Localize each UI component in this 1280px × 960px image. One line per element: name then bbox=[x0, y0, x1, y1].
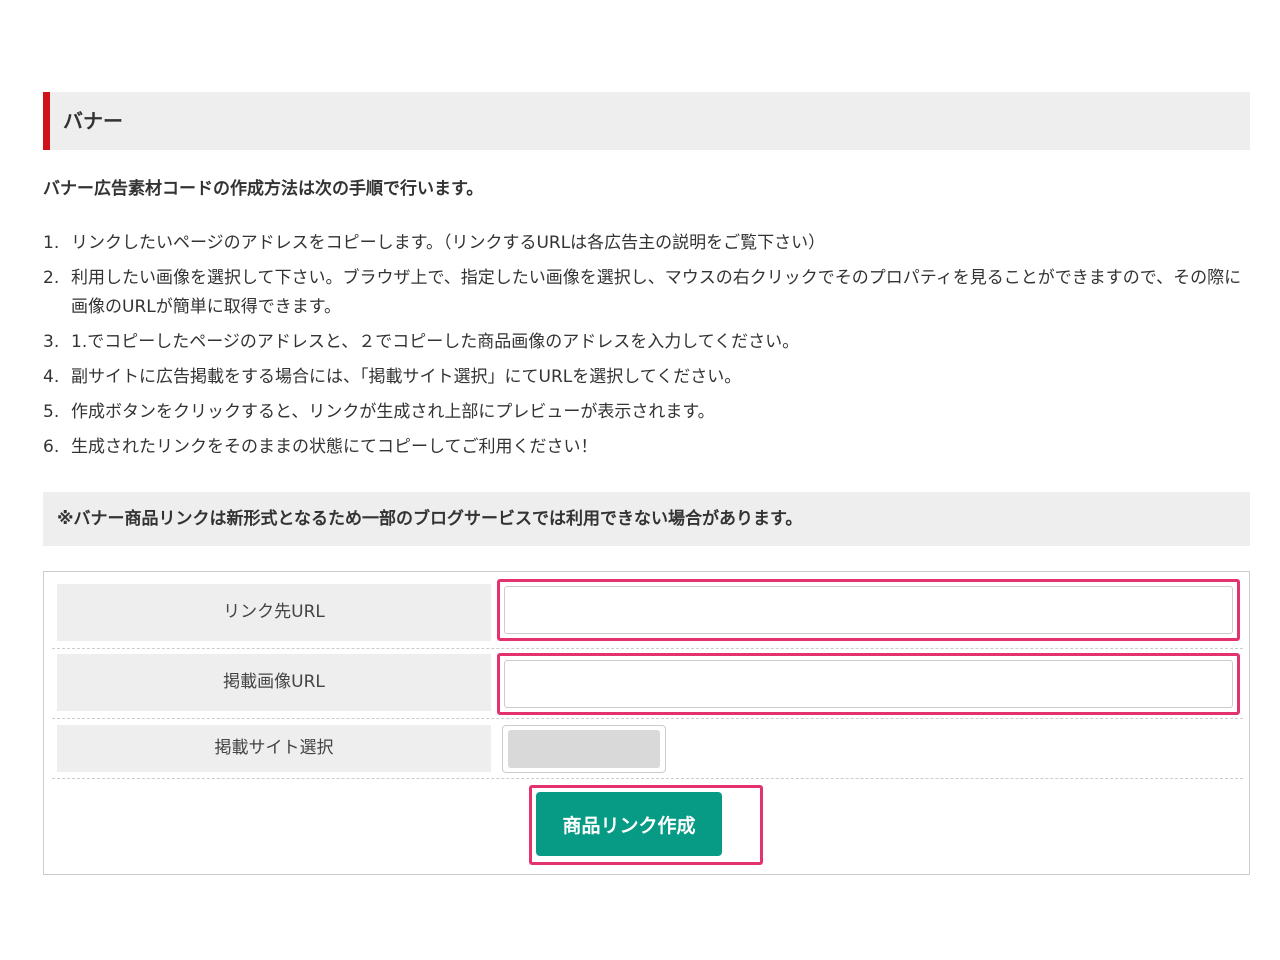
step-item: 1. リンクしたいページのアドレスをコピーします。（リンクするURLは各広告主の… bbox=[43, 229, 1243, 258]
site-select-value[interactable] bbox=[508, 730, 660, 768]
image-url-input[interactable] bbox=[504, 660, 1233, 708]
step-number: 4. bbox=[43, 367, 60, 387]
step-number: 5. bbox=[43, 402, 60, 422]
step-number: 3. bbox=[43, 332, 60, 352]
section-title: バナー bbox=[63, 109, 123, 133]
step-item: 2. 利用したい画像を選択して下さい。ブラウザ上で、指定したい画像を選択し、マウ… bbox=[43, 264, 1243, 322]
site-select-label: 掲載サイト選択 bbox=[57, 725, 491, 772]
step-item: 4. 副サイトに広告掲載をする場合には、「掲載サイト選択」にてURLを選択してく… bbox=[43, 363, 1243, 392]
step-item: 5. 作成ボタンをクリックすると、リンクが生成され上部にプレビューが表示されます… bbox=[43, 398, 1243, 427]
image-url-highlight bbox=[497, 653, 1240, 715]
link-form: リンク先URL 掲載画像URL 掲載サイト選択 商品リンク作成 bbox=[43, 571, 1250, 875]
step-text: 1.でコピーしたページのアドレスと、２でコピーした商品画像のアドレスを入力してく… bbox=[71, 332, 800, 352]
row-divider bbox=[52, 718, 1243, 719]
step-text: 利用したい画像を選択して下さい。ブラウザ上で、指定したい画像を選択し、マウスの右… bbox=[71, 268, 1242, 317]
create-link-button[interactable]: 商品リンク作成 bbox=[536, 792, 722, 856]
step-text: リンクしたいページのアドレスをコピーします。（リンクするURLは各広告主の説明を… bbox=[71, 233, 826, 253]
step-number: 1. bbox=[43, 233, 60, 253]
link-url-label: リンク先URL bbox=[57, 584, 491, 641]
intro-text: バナー広告素材コードの作成方法は次の手順で行います。 bbox=[43, 179, 484, 199]
row-divider bbox=[52, 648, 1243, 649]
page: バナー バナー広告素材コードの作成方法は次の手順で行います。 1. リンクしたい… bbox=[0, 0, 1280, 960]
step-item: 6. 生成されたリンクをそのままの状態にてコピーしてご利用ください！ bbox=[43, 433, 1243, 462]
step-number: 2. bbox=[43, 268, 60, 288]
section-accent-bar bbox=[43, 92, 50, 150]
step-item: 3. 1.でコピーしたページのアドレスと、２でコピーした商品画像のアドレスを入力… bbox=[43, 328, 1243, 357]
step-text: 作成ボタンをクリックすると、リンクが生成され上部にプレビューが表示されます。 bbox=[71, 402, 715, 422]
step-text: 副サイトに広告掲載をする場合には、「掲載サイト選択」にてURLを選択してください… bbox=[71, 367, 742, 387]
link-url-input[interactable] bbox=[504, 586, 1233, 634]
notice-text: ※バナー商品リンクは新形式となるため一部のブログサービスでは利用できない場合があ… bbox=[57, 509, 803, 529]
notice-box: ※バナー商品リンクは新形式となるため一部のブログサービスでは利用できない場合があ… bbox=[43, 492, 1250, 546]
step-number: 6. bbox=[43, 437, 60, 457]
steps-list: 1. リンクしたいページのアドレスをコピーします。（リンクするURLは各広告主の… bbox=[43, 229, 1243, 468]
step-text: 生成されたリンクをそのままの状態にてコピーしてご利用ください！ bbox=[71, 437, 598, 457]
image-url-label: 掲載画像URL bbox=[57, 654, 491, 711]
link-url-highlight bbox=[497, 579, 1240, 641]
row-divider bbox=[52, 778, 1243, 779]
submit-highlight: 商品リンク作成 bbox=[529, 785, 763, 865]
section-header: バナー bbox=[43, 92, 1250, 150]
site-select[interactable] bbox=[502, 725, 666, 773]
